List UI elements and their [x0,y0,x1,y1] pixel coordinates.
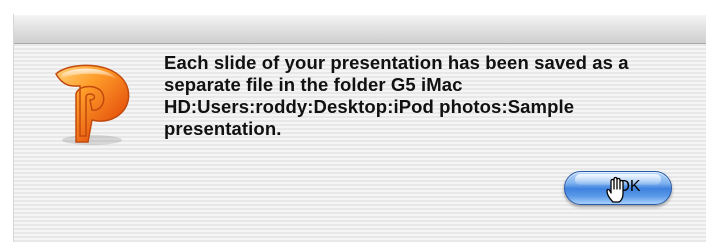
titlebar-highlight [14,14,706,15]
hand-pointer-icon [606,176,624,203]
powerpoint-icon [55,64,130,145]
alert-message: Each slide of your presentation has been… [164,52,629,139]
dialog-titlebar[interactable] [14,14,706,44]
